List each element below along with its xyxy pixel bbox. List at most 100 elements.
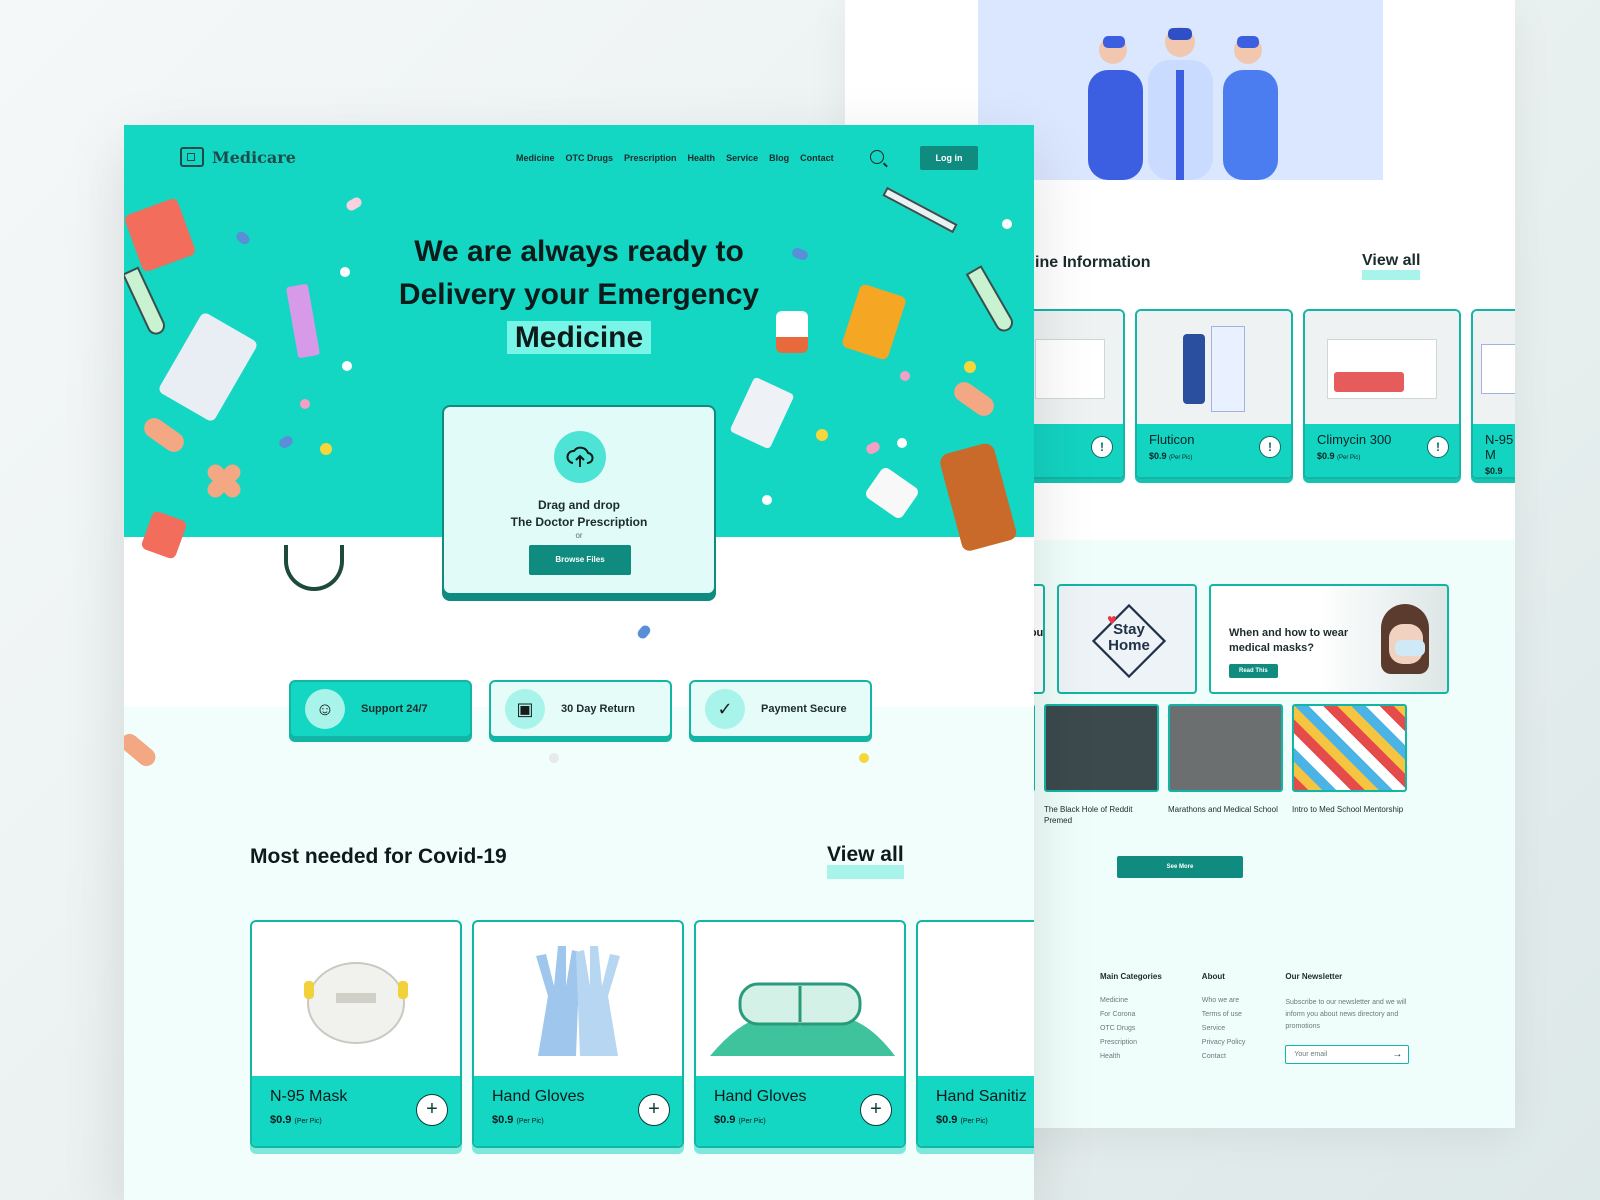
medicine-image xyxy=(1473,311,1515,426)
gloves-image xyxy=(474,922,682,1080)
footer-link[interactable]: For Corona xyxy=(1100,1011,1162,1018)
secure-payment-icon: ✓ xyxy=(705,689,745,729)
info-icon[interactable]: ! xyxy=(1091,436,1113,458)
cloud-upload-icon xyxy=(554,431,606,483)
blog-post[interactable]: The Black Hole of Reddit Premed xyxy=(1044,704,1159,826)
footer-link[interactable]: Terms of use xyxy=(1202,1011,1246,1018)
see-more-button[interactable]: See More xyxy=(1117,856,1243,878)
feature-support[interactable]: ☺ Support 24/7 xyxy=(289,680,472,738)
hero-headline: We are always ready to Delivery your Eme… xyxy=(124,230,1034,359)
nav-link-medicine[interactable]: Medicine xyxy=(516,153,555,163)
footer-newsletter: Our Newsletter Subscribe to our newslett… xyxy=(1285,972,1410,1071)
footer: Main Categories Medicine For Corona OTC … xyxy=(1100,972,1410,1071)
top-nav: Medicare Medicine OTC Drugs Prescription… xyxy=(180,146,978,173)
footer-about: About Who we are Terms of use Service Pr… xyxy=(1202,972,1246,1071)
medicine-cards: ! Fluticon $0.9 (Per Pic) ! Climycin 300 xyxy=(1015,309,1515,479)
blog-post[interactable]: Marathons and Medical School xyxy=(1168,704,1283,826)
footer-link[interactable]: Contact xyxy=(1202,1053,1246,1060)
nav-link-blog[interactable]: Blog xyxy=(769,153,789,163)
sanitizer-image xyxy=(918,922,1034,1080)
footer-link[interactable]: Privacy Policy xyxy=(1202,1039,1246,1046)
product-name: Hand Sanitiz xyxy=(936,1088,1027,1105)
pill-icon xyxy=(816,429,828,441)
medicine-view-all-link[interactable]: View all xyxy=(1362,253,1421,280)
upload-line-1: Drag and drop xyxy=(537,498,620,512)
nav-link-contact[interactable]: Contact xyxy=(800,153,834,163)
info-icon[interactable]: ! xyxy=(1427,436,1449,458)
footer-heading: About xyxy=(1201,972,1225,981)
footer-main-categories: Main Categories Medicine For Corona OTC … xyxy=(1100,972,1162,1071)
product-list: N-95 Mask $0.9 (Per Pic) + Hand Gloves $… xyxy=(250,920,1034,1148)
login-button[interactable]: Log in xyxy=(920,146,978,170)
feature-badges: ☺ Support 24/7 ▣ 30 Day Return ✓ Payment… xyxy=(289,680,872,738)
product-card[interactable]: Hand Gloves $0.9 (Per Pic) + xyxy=(694,920,906,1148)
read-this-button[interactable]: Read This xyxy=(1229,664,1278,678)
blog-post[interactable]: Intro to Med School Mentorship xyxy=(1292,704,1407,826)
add-to-cart-button[interactable]: + xyxy=(860,1094,892,1126)
newsletter-email-input[interactable]: Your email → xyxy=(1285,1045,1410,1064)
nav-link-service[interactable]: Service xyxy=(726,153,758,163)
pill-icon xyxy=(964,361,976,373)
footer-heading: Main Categories xyxy=(1100,972,1162,981)
footer-link[interactable]: Who we are xyxy=(1202,997,1246,1004)
footer-link[interactable]: Medicine xyxy=(1100,997,1162,1004)
headline-line-1: We are always ready to xyxy=(414,235,744,268)
doctors-illustration xyxy=(978,0,1383,180)
heart-icon: ♥ xyxy=(1107,612,1117,629)
front-page: Medicare Medicine OTC Drugs Prescription… xyxy=(124,125,1034,1200)
info-icon[interactable]: ! xyxy=(1259,436,1281,458)
covid-view-all-link[interactable]: View all xyxy=(827,844,904,879)
pill-icon xyxy=(762,495,772,505)
product-card[interactable]: Hand Gloves $0.9 (Per Pic) + xyxy=(472,920,684,1148)
pill-icon xyxy=(300,399,310,409)
headline-highlight: Medicine xyxy=(506,321,652,354)
product-card[interactable]: N-95 Mask $0.9 (Per Pic) + xyxy=(250,920,462,1148)
blog-thumbnail xyxy=(1168,704,1283,792)
feature-payment[interactable]: ✓ Payment Secure xyxy=(689,680,872,738)
pill-icon xyxy=(897,438,907,448)
footer-link[interactable]: Health xyxy=(1100,1053,1162,1060)
medicine-card[interactable]: N-95 M $0.9 xyxy=(1471,309,1515,479)
nav-link-health[interactable]: Health xyxy=(688,153,716,163)
email-placeholder: Your email xyxy=(1294,1051,1328,1058)
support-agent-icon: ☺ xyxy=(305,689,345,729)
add-to-cart-button[interactable]: + xyxy=(416,1094,448,1126)
nav-link-prescription[interactable]: Prescription xyxy=(624,153,677,163)
blog-posts: The Black Hole of Reddit Premed Marathon… xyxy=(1015,704,1407,826)
brand-logo[interactable]: Medicare xyxy=(180,147,296,167)
upload-or: or xyxy=(575,531,583,540)
medicine-price: $0.9 xyxy=(1485,466,1503,476)
medicine-card[interactable]: Fluticon $0.9 (Per Pic) ! xyxy=(1135,309,1293,479)
pill-icon xyxy=(900,371,910,381)
n95-mask-image xyxy=(252,922,460,1080)
mask-article-card[interactable]: When and how to wear medical masks? Read… xyxy=(1209,584,1449,694)
feature-label: Support 24/7 xyxy=(361,703,428,715)
stay-home-text: Stay Home xyxy=(1108,621,1150,654)
medicine-name: N-95 M xyxy=(1485,432,1514,462)
prescription-upload-card[interactable]: Drag and drop The Doctor Prescription or… xyxy=(442,405,716,595)
add-to-cart-button[interactable]: + xyxy=(638,1094,670,1126)
medicine-card[interactable]: Climycin 300 $0.9 (Per Pic) ! xyxy=(1303,309,1461,479)
upload-line-2: The Doctor Prescription xyxy=(510,515,648,529)
goggles-gloves-image xyxy=(696,922,904,1080)
footer-link[interactable]: Prescription xyxy=(1100,1039,1162,1046)
product-card[interactable]: Hand Sanitiz $0.9 (Per Pic) xyxy=(916,920,1034,1148)
medicine-info-title: ine Information xyxy=(1035,254,1151,271)
mask-article-title: When and how to wear medical masks? xyxy=(1229,627,1349,654)
footer-link[interactable]: OTC Drugs xyxy=(1100,1025,1162,1032)
blog-thumbnail xyxy=(1292,704,1407,792)
search-icon[interactable] xyxy=(870,150,884,164)
nav-links: Medicine OTC Drugs Prescription Health S… xyxy=(516,153,834,163)
blog-thumbnail xyxy=(1044,704,1159,792)
arrow-right-icon[interactable]: → xyxy=(1392,1049,1402,1060)
pill-icon xyxy=(859,753,869,763)
feature-return[interactable]: ▣ 30 Day Return xyxy=(489,680,672,738)
blog-caption: Intro to Med School Mentorship xyxy=(1292,805,1404,814)
stay-home-card[interactable]: Stay Home ♥ xyxy=(1057,584,1197,694)
headline-line-2: Delivery your Emergency xyxy=(398,278,760,311)
feature-label: Payment Secure xyxy=(761,703,847,715)
product-price: $0.9 (Per Pic) xyxy=(936,1114,988,1126)
browse-files-button[interactable]: Browse Files xyxy=(529,545,631,575)
footer-link[interactable]: Service xyxy=(1202,1025,1246,1032)
nav-link-otc-drugs[interactable]: OTC Drugs xyxy=(566,153,614,163)
